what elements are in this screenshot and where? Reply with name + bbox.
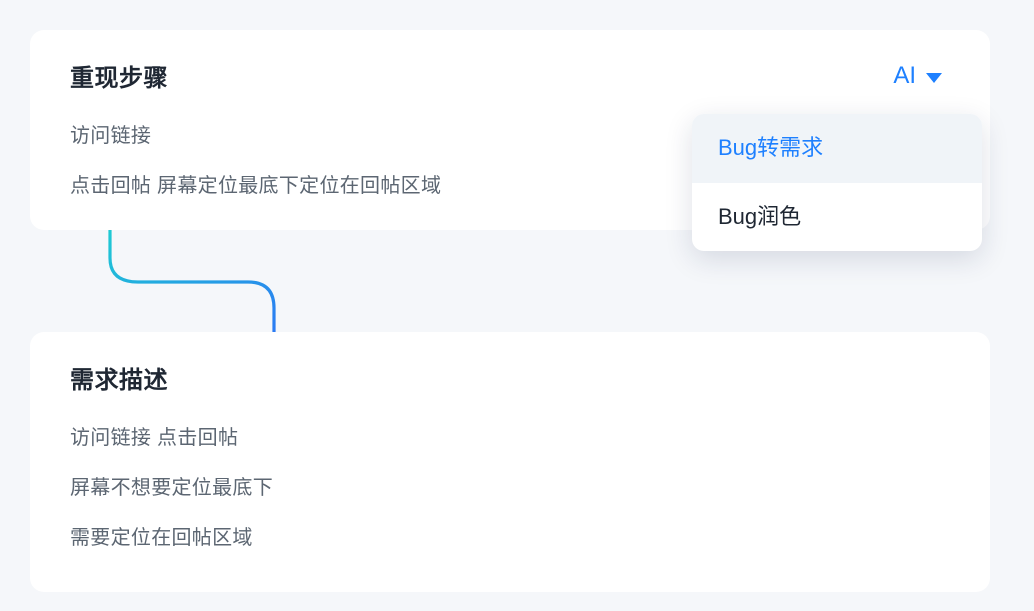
requirement-line: 需要定位在回帖区域 (70, 523, 950, 553)
ai-dropdown-menu: Bug转需求 Bug润色 (692, 114, 982, 251)
card-title: 需求描述 (70, 360, 168, 395)
card-title: 重现步骤 (70, 58, 168, 93)
card-header: 重现步骤 AI (70, 58, 950, 93)
requirement-line: 访问链接 点击回帖 (70, 423, 950, 453)
dropdown-item-bug-to-requirement[interactable]: Bug转需求 (692, 114, 982, 183)
ai-dropdown-button[interactable]: AI (893, 62, 950, 90)
requirement-description-card: 需求描述 访问链接 点击回帖 屏幕不想要定位最底下 需要定位在回帖区域 (30, 332, 990, 592)
connector-line-icon (108, 230, 278, 332)
dropdown-item-bug-polish[interactable]: Bug润色 (692, 183, 982, 252)
card-header: 需求描述 (70, 360, 950, 395)
ai-label: AI (893, 62, 916, 90)
chevron-down-icon (926, 73, 942, 83)
requirement-line: 屏幕不想要定位最底下 (70, 473, 950, 503)
